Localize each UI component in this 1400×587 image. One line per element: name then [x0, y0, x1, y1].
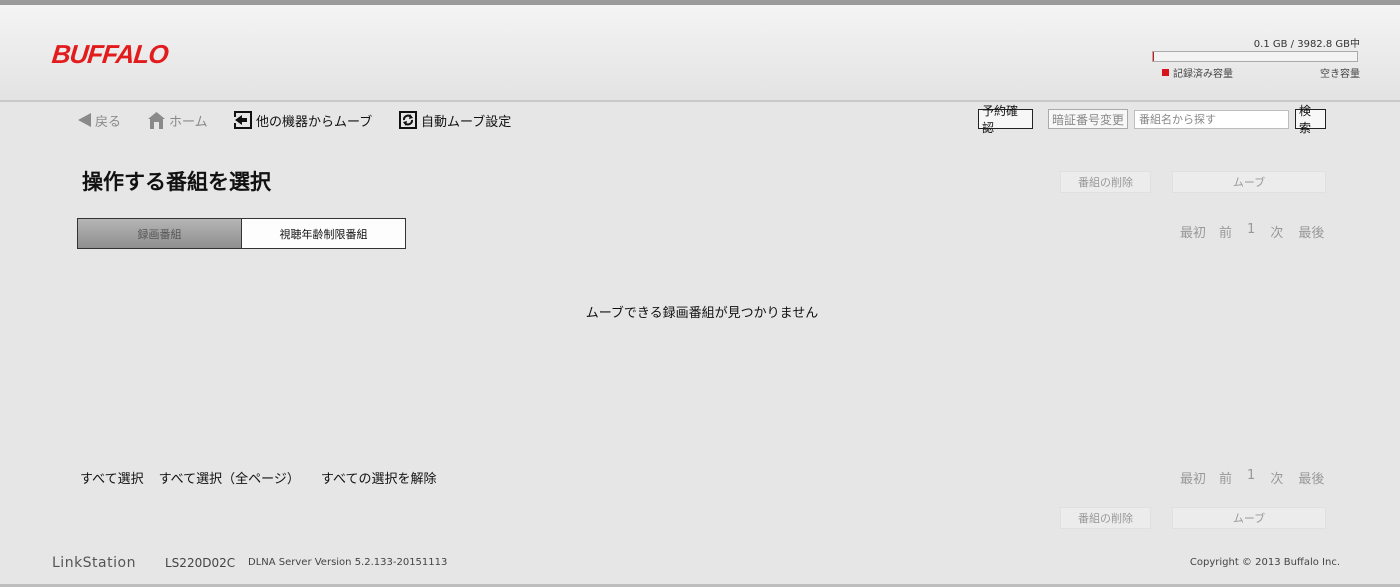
pager-first[interactable]: 最初: [1180, 468, 1206, 487]
pager-prev[interactable]: 前: [1219, 468, 1232, 487]
pager-next[interactable]: 次: [1270, 468, 1283, 487]
home-icon: [147, 111, 166, 130]
pager-last[interactable]: 最後: [1298, 222, 1324, 241]
pager-bottom: 最初 前 1 次 最後: [1180, 468, 1324, 487]
empty-message: ムーブできる録画番組が見つかりません: [585, 306, 819, 321]
footer: LinkStation LS220D02C DLNA Server Versio…: [0, 554, 1400, 574]
capacity-text: 0.1 GB / 3982.8 GB中: [1253, 39, 1360, 50]
capacity-used-fill: [1153, 52, 1154, 61]
move-from-other-label: 他の機器からムーブ: [256, 114, 373, 130]
search-button[interactable]: 検索: [1295, 104, 1326, 135]
select-all-link[interactable]: すべて選択: [80, 468, 144, 487]
program-tabs: 録画番組 視聴年齢制限番組: [77, 218, 406, 249]
select-all-pages-link[interactable]: すべて選択（全ページ）: [159, 468, 300, 487]
legend-used-label: 記録済み容量: [1173, 69, 1233, 80]
capacity-legend: 記録済み容量 空き容量: [1152, 65, 1360, 80]
move-from-other-link[interactable]: 他の機器からムーブ: [233, 108, 372, 132]
pager-next[interactable]: 次: [1270, 222, 1283, 241]
back-label: 戻る: [95, 114, 122, 130]
buffalo-logo: BUFFALO: [50, 39, 170, 69]
back-link[interactable]: 戻る: [77, 108, 121, 132]
auto-move-link[interactable]: 自動ムーブ設定: [398, 108, 511, 132]
move-button-bottom[interactable]: ムーブ: [1172, 507, 1326, 529]
model-name: LS220D02C: [165, 556, 236, 570]
page-title: 操作する番組を選択: [82, 170, 271, 194]
header: BUFFALO 0.1 GB / 3982.8 GB中 記録済み容量 空き容量: [0, 5, 1400, 102]
linkstation-logo: LinkStation: [52, 555, 136, 571]
move-button-top[interactable]: ムーブ: [1172, 171, 1326, 193]
deselect-all-link[interactable]: すべての選択を解除: [321, 468, 437, 487]
move-device-icon: [233, 110, 253, 130]
capacity-panel: 0.1 GB / 3982.8 GB中 記録済み容量 空き容量: [1152, 35, 1360, 80]
selection-links: すべて選択 すべて選択（全ページ） すべての選択を解除: [80, 468, 451, 487]
search-input[interactable]: [1134, 110, 1289, 129]
legend-used: 記録済み容量: [1152, 65, 1233, 80]
reservation-check-button[interactable]: 予約確認: [978, 104, 1033, 135]
copyright: Copyright © 2013 Buffalo Inc.: [1189, 557, 1340, 568]
pager-page[interactable]: 1: [1247, 222, 1255, 241]
home-label: ホーム: [169, 114, 208, 130]
pin-change-button[interactable]: 暗証番号変更: [1048, 109, 1128, 129]
used-swatch-icon: [1162, 69, 1169, 76]
delete-program-button-top[interactable]: 番組の削除: [1060, 171, 1151, 193]
pager-top: 最初 前 1 次 最後: [1180, 222, 1324, 241]
delete-program-button-bottom[interactable]: 番組の削除: [1060, 507, 1151, 529]
back-arrow-icon: [77, 112, 92, 128]
pager-prev[interactable]: 前: [1219, 222, 1232, 241]
capacity-bar: [1152, 51, 1358, 62]
pager-page[interactable]: 1: [1247, 468, 1255, 487]
auto-move-icon: [398, 110, 418, 130]
home-link[interactable]: ホーム: [147, 108, 208, 132]
tab-recorded-programs[interactable]: 録画番組: [77, 218, 242, 249]
auto-move-label: 自動ムーブ設定: [421, 114, 512, 130]
pager-first[interactable]: 最初: [1180, 222, 1206, 241]
tab-age-restricted-programs[interactable]: 視聴年齢制限番組: [242, 218, 406, 249]
dlna-version: DLNA Server Version 5.2.133-20151113: [248, 557, 448, 568]
pager-last[interactable]: 最後: [1298, 468, 1324, 487]
legend-free-label: 空き容量: [1320, 69, 1360, 80]
